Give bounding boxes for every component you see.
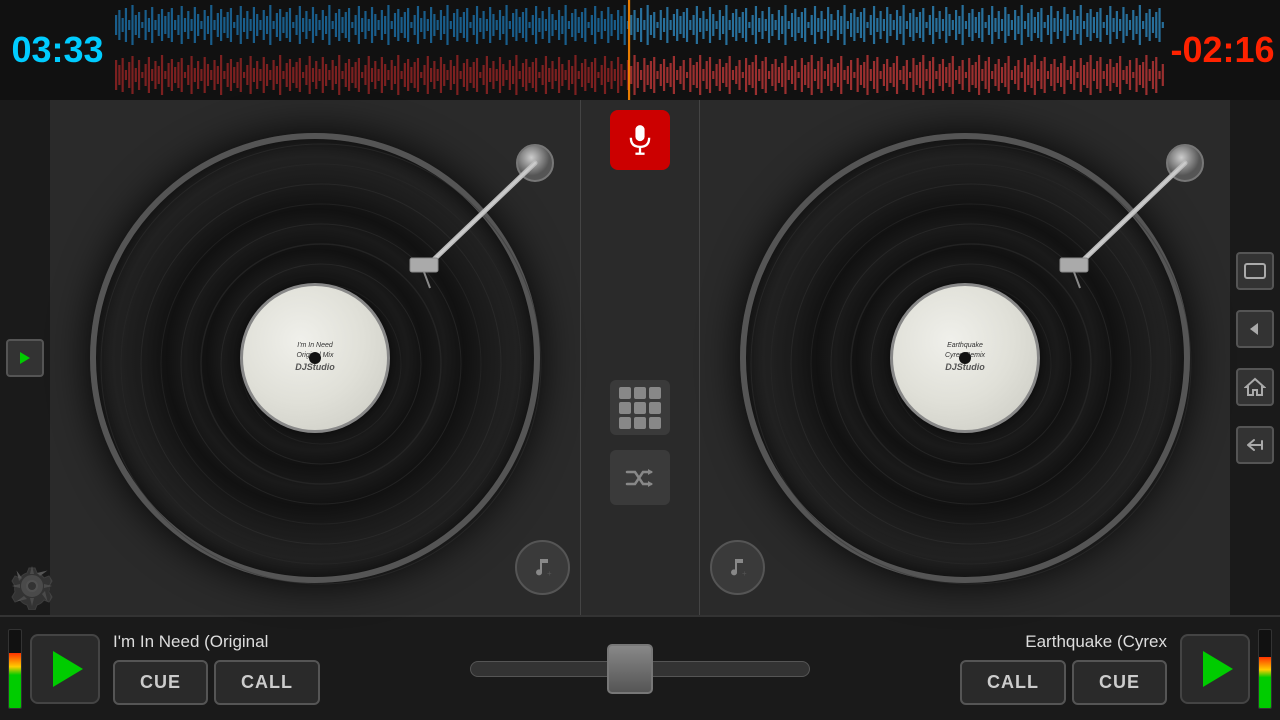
call-button-right[interactable]: CALL (960, 660, 1066, 705)
vu-meter-left (8, 629, 22, 709)
left-nav (0, 100, 50, 615)
home-button[interactable] (1236, 368, 1274, 406)
right-nav (1230, 100, 1280, 615)
time-left: 03:33 (0, 29, 115, 71)
waveform-red[interactable] (115, 50, 1165, 100)
crossfader-knob[interactable] (607, 644, 653, 694)
right-track-info: Earthquake (Cyrex CALL CUE (830, 632, 1172, 705)
waveform-blue[interactable] (115, 0, 1165, 50)
screen-icon[interactable] (1236, 252, 1274, 290)
left-play-button[interactable] (6, 339, 44, 377)
right-deck: Earthquake Cyrex Remix DJStudio (700, 100, 1230, 615)
back-button[interactable] (1236, 310, 1274, 348)
settings-gear-button[interactable] (8, 562, 56, 615)
return-button[interactable] (1236, 426, 1274, 464)
record-label-left: I'm In Need Original Mix DJStudio (240, 283, 390, 433)
right-track-name: Earthquake (Cyrex (1025, 632, 1167, 652)
crossfader-track[interactable] (470, 661, 810, 677)
play-button-left[interactable] (30, 634, 100, 704)
tonearm-right (1050, 138, 1210, 323)
bottom-bar: I'm In Need (Original CUE CALL Earthquak… (0, 615, 1280, 720)
cue-button-right[interactable]: CUE (1072, 660, 1167, 705)
grid-button[interactable] (610, 380, 670, 435)
shuffle-button[interactable] (610, 450, 670, 505)
left-track-info: I'm In Need (Original CUE CALL (108, 632, 450, 705)
left-deck-controls (0, 629, 108, 709)
deck-section: I'm In Need Original Mix DJStudio (0, 100, 1280, 615)
grid-icon (619, 387, 661, 429)
music-note-button-right[interactable]: + (710, 540, 765, 595)
waveform-container[interactable] (115, 0, 1165, 100)
crossfader-section (450, 661, 830, 677)
left-deck: I'm In Need Original Mix DJStudio (50, 100, 580, 615)
svg-text:+: + (742, 569, 747, 578)
svg-text:+: + (547, 569, 552, 578)
right-deck-controls (1172, 629, 1280, 709)
play-button-right[interactable] (1180, 634, 1250, 704)
tonearm-left (400, 138, 560, 323)
center-controls (580, 100, 700, 615)
music-note-button-left[interactable]: + (515, 540, 570, 595)
call-button-left[interactable]: CALL (214, 660, 320, 705)
vu-meter-right (1258, 629, 1272, 709)
left-track-name: I'm In Need (Original (113, 632, 445, 652)
right-cue-call-buttons: CALL CUE (960, 660, 1167, 705)
mic-button[interactable] (610, 110, 670, 170)
left-cue-call-buttons: CUE CALL (113, 660, 445, 705)
waveform-section: 03:33 (0, 0, 1280, 100)
cue-button-left[interactable]: CUE (113, 660, 208, 705)
record-label-right: Earthquake Cyrex Remix DJStudio (890, 283, 1040, 433)
time-right: -02:16 (1165, 29, 1280, 71)
